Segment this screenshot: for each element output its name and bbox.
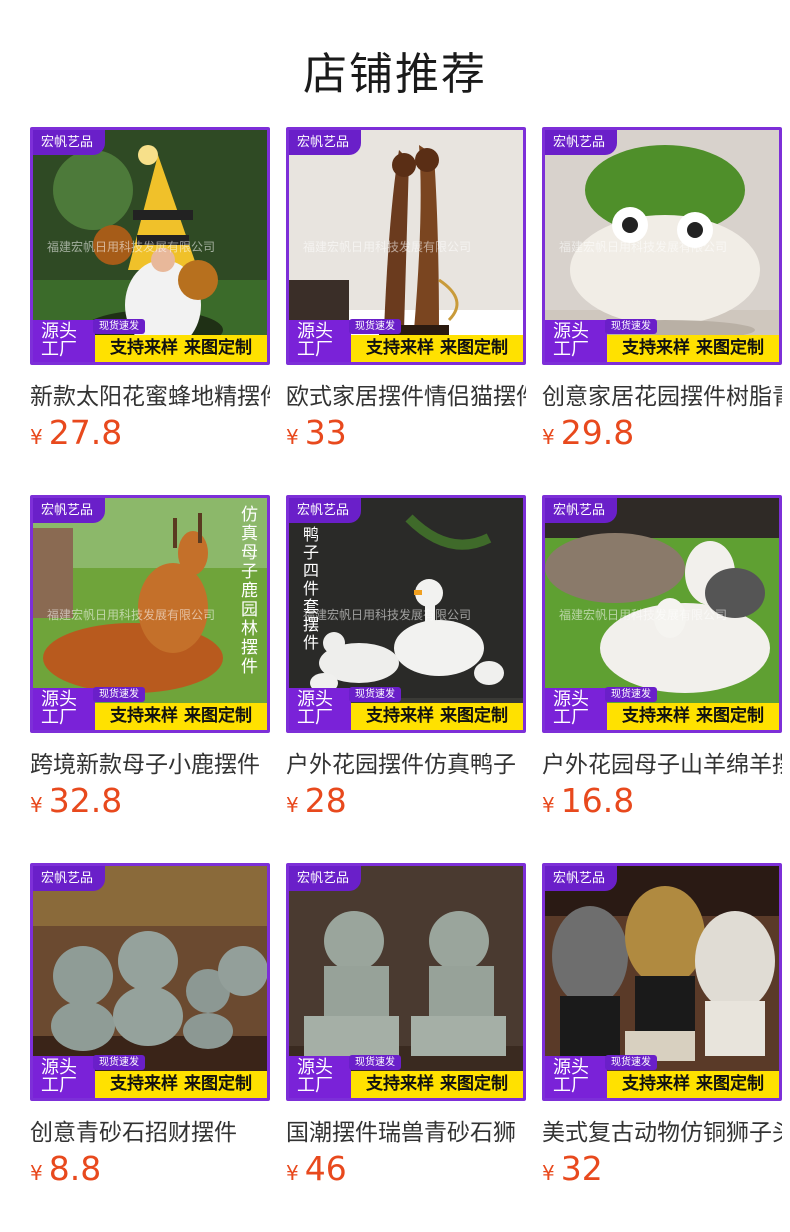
source-factory-badge: 源头 工厂 xyxy=(289,1056,351,1098)
product-image[interactable]: 宏帆艺品 福建宏帆日用科技发展有限公司 源头 工厂 现货速发 支持来样 来图定制 xyxy=(542,495,782,733)
product-image[interactable]: 宏帆艺品 源头 工厂 现货速发 支持来样 来图定制 xyxy=(286,863,526,1101)
stock-badge: 现货速发 xyxy=(93,1055,145,1070)
price-value: 28 xyxy=(304,781,347,820)
source-factory-badge: 源头 工厂 xyxy=(289,320,351,362)
product-price: ¥33 xyxy=(286,413,347,452)
shop-badge: 宏帆艺品 xyxy=(545,866,618,891)
product-price: ¥8.8 xyxy=(30,1149,101,1188)
watermark: 福建宏帆日用科技发展有限公司 xyxy=(303,608,472,622)
currency-symbol: ¥ xyxy=(542,793,555,817)
product-name[interactable]: 户外花园摆件仿真鸭子 xyxy=(286,745,526,779)
product-name[interactable]: 创意家居花园摆件树脂青蛙 xyxy=(542,377,782,411)
product-name[interactable]: 美式复古动物仿铜狮子头 xyxy=(542,1113,782,1147)
price-value: 33 xyxy=(304,413,347,452)
product-image[interactable]: 宏帆艺品 福建宏帆日用科技发展有限公司 鸭子四件套摆件 源头 工厂 现货速发 支持… xyxy=(286,495,526,733)
side-vertical-text: 仿真母子鹿园林摆件 xyxy=(241,505,258,677)
product-name[interactable]: 创意青砂石招财摆件 xyxy=(30,1113,270,1147)
promo-banner: 源头 工厂 现货速发 支持来样 来图定制 xyxy=(545,687,779,730)
shop-badge: 宏帆艺品 xyxy=(289,866,362,891)
shop-badge: 宏帆艺品 xyxy=(289,498,362,523)
product-image[interactable]: 宏帆艺品 源头 工厂 现货速发 支持来样 来图定制 xyxy=(30,863,270,1101)
product-price: ¥16.8 xyxy=(542,781,634,820)
source-factory-badge: 源头 工厂 xyxy=(545,688,607,730)
watermark: 福建宏帆日用科技发展有限公司 xyxy=(47,240,216,254)
product-image[interactable]: 宏帆艺品 福建宏帆日用科技发展有限公司 仿真母子鹿园林摆件 源头 工厂 现货速发 … xyxy=(30,495,270,733)
currency-symbol: ¥ xyxy=(542,425,555,449)
product-price: ¥29.8 xyxy=(542,413,634,452)
watermark: 福建宏帆日用科技发展有限公司 xyxy=(559,608,728,622)
stock-badge: 现货速发 xyxy=(349,319,401,334)
source-factory-badge: 源头 工厂 xyxy=(545,320,607,362)
price-value: 27.8 xyxy=(48,413,123,452)
stock-badge: 现货速发 xyxy=(605,1055,657,1070)
promo-banner: 源头 工厂 现货速发 支持来样 来图定制 xyxy=(33,1055,267,1098)
currency-symbol: ¥ xyxy=(286,425,299,449)
source-factory-badge: 源头 工厂 xyxy=(33,688,95,730)
shop-badge: 宏帆艺品 xyxy=(33,130,106,155)
promo-banner: 源头 工厂 现货速发 支持来样 来图定制 xyxy=(289,1055,523,1098)
product-price: ¥32.8 xyxy=(30,781,122,820)
product-price: ¥46 xyxy=(286,1149,347,1188)
shop-badge: 宏帆艺品 xyxy=(289,130,362,155)
currency-symbol: ¥ xyxy=(542,1161,555,1185)
product-name[interactable]: 国潮摆件瑞兽青砂石狮 xyxy=(286,1113,526,1147)
promo-banner: 源头 工厂 现货速发 支持来样 来图定制 xyxy=(33,687,267,730)
price-value: 32.8 xyxy=(48,781,123,820)
custom-badge: 支持来样 来图定制 xyxy=(351,1071,523,1098)
source-factory-badge: 源头 工厂 xyxy=(33,1056,95,1098)
currency-symbol: ¥ xyxy=(286,793,299,817)
stock-badge: 现货速发 xyxy=(349,1055,401,1070)
price-value: 16.8 xyxy=(560,781,635,820)
price-value: 8.8 xyxy=(48,1149,102,1188)
watermark: 福建宏帆日用科技发展有限公司 xyxy=(559,240,728,254)
watermark: 福建宏帆日用科技发展有限公司 xyxy=(303,240,472,254)
currency-symbol: ¥ xyxy=(30,425,43,449)
shop-badge: 宏帆艺品 xyxy=(33,498,106,523)
product-image[interactable]: 宏帆艺品 福建宏帆日用科技发展有限公司 源头 工厂 现货速发 支持来样 来图定制 xyxy=(286,127,526,365)
product-price: ¥32 xyxy=(542,1149,603,1188)
custom-badge: 支持来样 来图定制 xyxy=(351,335,523,362)
product-image[interactable]: 宏帆艺品 源头 工厂 现货速发 支持来样 来图定制 xyxy=(542,863,782,1101)
product-name[interactable]: 户外花园母子山羊绵羊摆件 xyxy=(542,745,782,779)
custom-badge: 支持来样 来图定制 xyxy=(607,703,779,730)
product-name[interactable]: 欧式家居摆件情侣猫摆件 xyxy=(286,377,526,411)
stock-badge: 现货速发 xyxy=(93,687,145,702)
stock-badge: 现货速发 xyxy=(605,687,657,702)
promo-banner: 源头 工厂 现货速发 支持来样 来图定制 xyxy=(33,319,267,362)
custom-badge: 支持来样 来图定制 xyxy=(607,1071,779,1098)
promo-banner: 源头 工厂 现货速发 支持来样 来图定制 xyxy=(289,319,523,362)
currency-symbol: ¥ xyxy=(286,1161,299,1185)
stock-badge: 现货速发 xyxy=(349,687,401,702)
product-image[interactable]: 宏帆艺品 福建宏帆日用科技发展有限公司 源头 工厂 现货速发 支持来样 来图定制 xyxy=(542,127,782,365)
product-name[interactable]: 跨境新款母子小鹿摆件 xyxy=(30,745,270,779)
side-vertical-text: 鸭子四件套摆件 xyxy=(303,525,320,652)
product-price: ¥27.8 xyxy=(30,413,122,452)
page-title: 店铺推荐 xyxy=(303,49,487,100)
product-image[interactable]: 宏帆艺品 福建宏帆日用科技发展有限公司 源头 工厂 现货速发 支持来样 来图定制 xyxy=(30,127,270,365)
shop-badge: 宏帆艺品 xyxy=(33,866,106,891)
custom-badge: 支持来样 来图定制 xyxy=(607,335,779,362)
stock-badge: 现货速发 xyxy=(93,319,145,334)
custom-badge: 支持来样 来图定制 xyxy=(95,1071,267,1098)
source-factory-badge: 源头 工厂 xyxy=(545,1056,607,1098)
custom-badge: 支持来样 来图定制 xyxy=(351,703,523,730)
promo-banner: 源头 工厂 现货速发 支持来样 来图定制 xyxy=(545,1055,779,1098)
shop-badge: 宏帆艺品 xyxy=(545,498,618,523)
custom-badge: 支持来样 来图定制 xyxy=(95,335,267,362)
currency-symbol: ¥ xyxy=(30,793,43,817)
watermark: 福建宏帆日用科技发展有限公司 xyxy=(47,608,216,622)
source-factory-badge: 源头 工厂 xyxy=(289,688,351,730)
product-name[interactable]: 新款太阳花蜜蜂地精摆件 xyxy=(30,377,270,411)
price-value: 32 xyxy=(560,1149,603,1188)
price-value: 46 xyxy=(304,1149,347,1188)
shop-badge: 宏帆艺品 xyxy=(545,130,618,155)
promo-banner: 源头 工厂 现货速发 支持来样 来图定制 xyxy=(545,319,779,362)
price-value: 29.8 xyxy=(560,413,635,452)
stock-badge: 现货速发 xyxy=(605,319,657,334)
custom-badge: 支持来样 来图定制 xyxy=(95,703,267,730)
product-price: ¥28 xyxy=(286,781,347,820)
promo-banner: 源头 工厂 现货速发 支持来样 来图定制 xyxy=(289,687,523,730)
source-factory-badge: 源头 工厂 xyxy=(33,320,95,362)
currency-symbol: ¥ xyxy=(30,1161,43,1185)
